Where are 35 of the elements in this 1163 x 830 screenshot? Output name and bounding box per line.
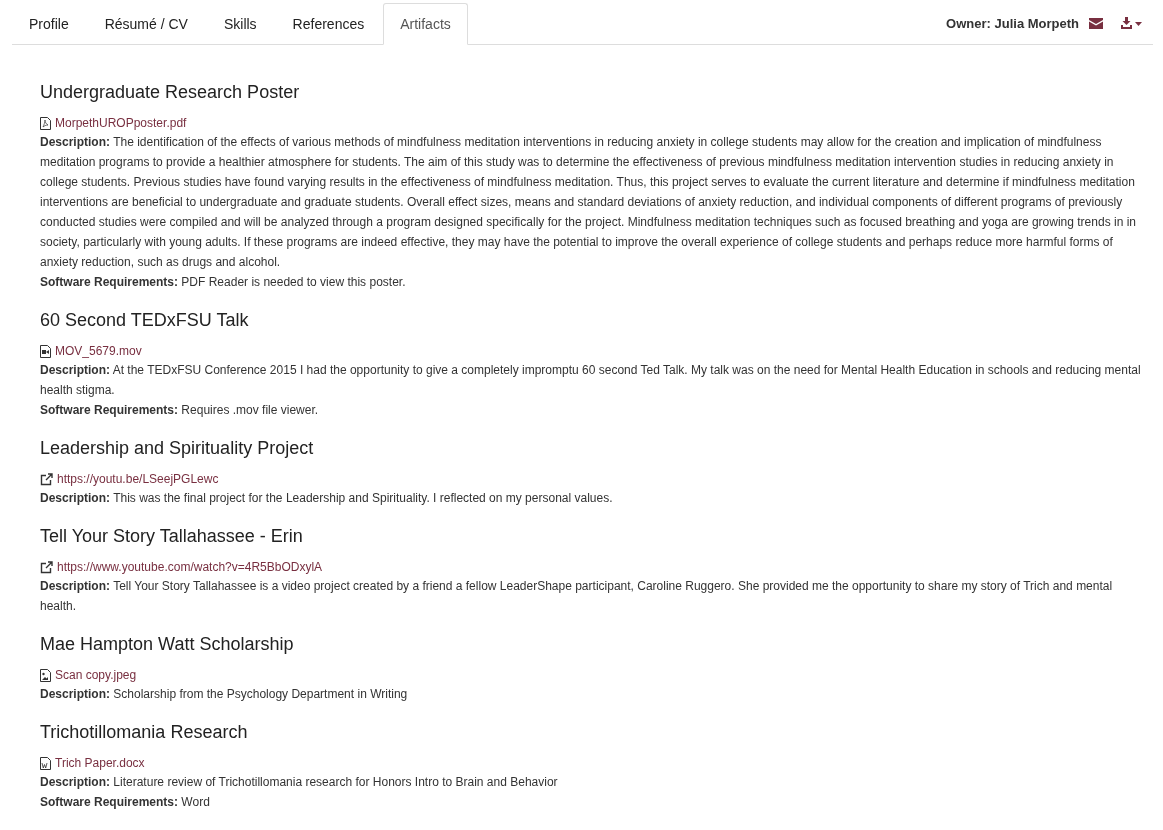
artifact-detail: Software Requirements: Word [40,794,211,811]
file-link[interactable]: Trich Paper.docx [55,754,145,772]
artifact-detail: Description: This was the final project for the Leadership and Spirituality. I reflected on my personal values. [40,490,614,507]
external-link-icon [40,560,53,574]
nav-tab[interactable]: References [275,3,382,45]
artifact-detail: Description: Tell Your Story Tallahassee is a video project created by a friend a fellow LeaderShape participant, Caroline Ruggero. She provided me the opportunity to share my story of Trich and mental health. [40,578,1114,615]
artifact-detail: Description: At the TEDxFSU Conference 2015 I had the opportunity to give a completely impromptu 60 second Ted Talk. My talk was on the need for Mental Health Education in schools and reducing mental health stigma. [40,362,1142,399]
artifact-detail: Description: Scholarship from the Psychology Department in Writing [40,686,409,703]
artifact-detail: Software Requirements: PDF Reader is needed to view this poster. [40,274,407,291]
video-file-icon [40,344,51,358]
artifact-title: Tell Your Story Tallahassee - Erin [40,525,304,547]
nav-tab[interactable]: Artifacts [383,3,468,45]
artifact-detail: Description: The identification of the effects of various methods of mindfulness meditation interventions in reducing anxiety in college students may allow for the creation and implication of mindfulness meditation programs to provide a healthier atmosphere for students. The aim of this study was to determine the effectiveness of previous mindfulness meditation intervention studies in reducing anxiety in college students. Previous studies have found varying results in the effectiveness of mindfulness meditation. Thus, this project serves to evaluate the current literature and determine if mindfulness meditation interventions are beneficial to undergraduate and graduate students. Overall effect sizes, means and standard deviations of anxiety reduction, and individual components of different programs of previously conducted studies were compiled and will be analyzed through a program designed specifically for the project. Mindfulness meditation techniques such as focused breathing and yoga are growing trends in in society, particularly with young adults. If these programs are indeed effective, they may have the potential to improve the overall experience of college students and perhaps reduce more harmful forms of anxiety reduction, such as drugs and alcohol. [40,134,1137,271]
nav-tab[interactable]: Skills [206,3,274,45]
envelope-icon[interactable] [1089,17,1103,29]
artifact-title: 60 Second TEDxFSU Talk [40,309,250,331]
download-icon[interactable] [1121,17,1143,29]
artifact-detail: Software Requirements: Requires .mov file viewer. [40,402,320,419]
file-link[interactable]: MorpethUROPposter.pdf [55,114,187,132]
owner-name: Owner: Julia Morpeth [946,15,1079,31]
pdf-file-icon [40,116,51,130]
artifact-detail: Description: Literature review of Trichotillomania research for Honors Intro to Brain and Behavior [40,774,559,791]
nav-tab[interactable]: Résumé / CV [87,3,205,45]
word-file-icon [40,756,51,770]
artifact-title: Undergraduate Research Poster [40,81,301,103]
artifact-title: Trichotillomania Research [40,721,249,743]
file-link[interactable]: Scan copy.jpeg [55,666,137,684]
artifact-title: Mae Hampton Watt Scholarship [40,633,295,655]
image-file-icon [40,668,51,682]
file-link[interactable]: MOV_5679.mov [55,342,142,360]
file-link[interactable]: https://www.youtube.com/watch?v=4R5BbODxylA [57,558,323,576]
artifact-title: Leadership and Spirituality Project [40,437,315,459]
nav-tab[interactable]: Profile [12,3,86,45]
file-link[interactable]: https://youtu.be/LSeejPGLewc [57,470,219,488]
external-link-icon [40,472,53,486]
